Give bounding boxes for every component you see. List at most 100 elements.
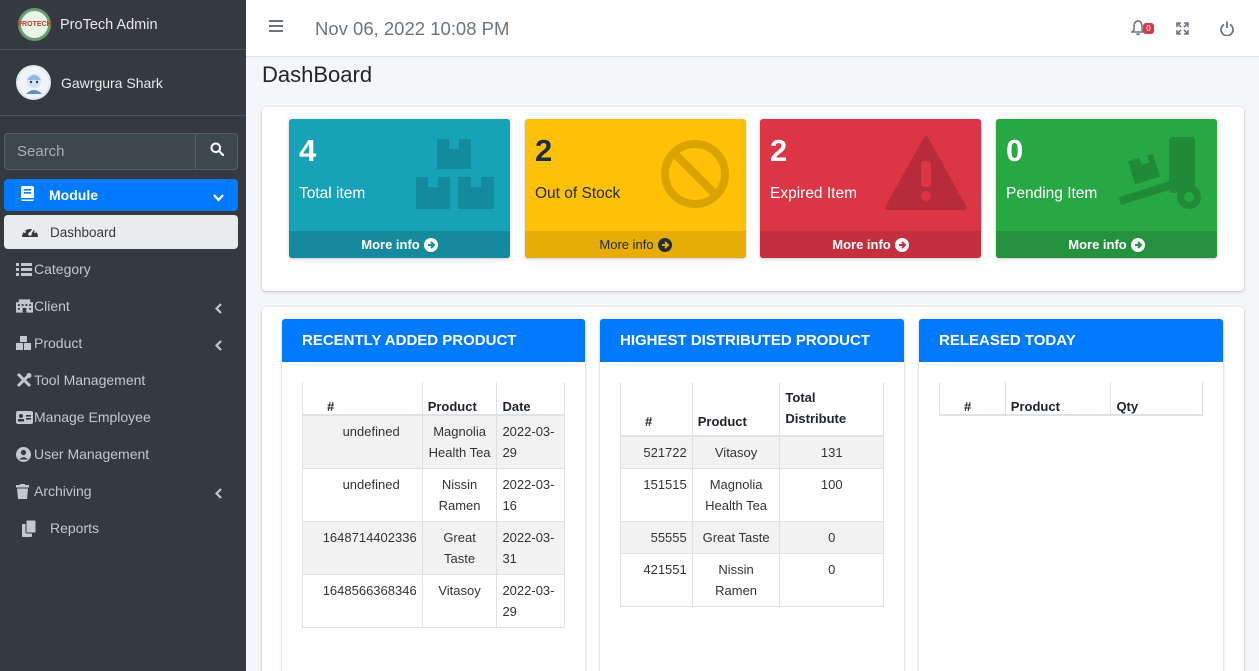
- current-datetime: Nov 06, 2022 10:08 PM: [315, 18, 510, 39]
- more-info-link[interactable]: More info: [289, 231, 510, 258]
- notification-badge: 0: [1143, 23, 1154, 34]
- top-navbar: Nov 06, 2022 10:08 PM 0: [246, 0, 1259, 57]
- cell-total: 0: [779, 553, 884, 607]
- small-box-label: Out of Stock: [535, 185, 621, 202]
- small-box-out-of-stock: 2 Out of Stock More info: [525, 119, 746, 258]
- arrow-circle-right-icon: [1130, 237, 1145, 252]
- id-card-icon: [16, 410, 33, 424]
- small-box-total-item: 4 Total item More info: [289, 119, 510, 258]
- sidebar-item-dashboard[interactable]: Dashboard: [4, 215, 238, 249]
- small-box-value: 0: [1006, 133, 1024, 168]
- more-info-label: More info: [832, 237, 891, 252]
- table-row[interactable]: 1648566368346 Vitasoy 2022-03-29: [302, 574, 565, 628]
- column-header: Product: [1004, 382, 1112, 416]
- chevron-left-icon: [214, 486, 222, 502]
- more-info-label: More info: [599, 237, 654, 252]
- brand-name: ProTech Admin: [60, 16, 158, 33]
- recently-added-table: # Product Date undefined Magnolia Health…: [302, 382, 565, 628]
- avatar: [16, 65, 51, 100]
- chevron-down-icon: [213, 189, 224, 205]
- sidebar-item-label: Category: [34, 261, 91, 277]
- cell-product: Great Taste: [421, 521, 498, 575]
- sidebar-item-tool-management[interactable]: Tool Management: [16, 366, 238, 394]
- chevron-left-icon: [214, 338, 222, 354]
- sidebar-item-user-management[interactable]: User Management: [16, 440, 238, 468]
- user-panel[interactable]: Gawrgura Shark: [0, 50, 246, 116]
- arrow-circle-right-icon: [894, 237, 909, 252]
- copy-icon: [22, 519, 49, 537]
- more-info-link[interactable]: More info: [525, 231, 746, 258]
- trash-icon: [16, 483, 33, 499]
- table-row[interactable]: 521722 Vitasoy 131: [620, 435, 884, 469]
- small-box-value: 2: [770, 133, 788, 168]
- table-row[interactable]: 55555 Great Taste 0: [620, 521, 884, 554]
- highest-distributed-panel: HIGHEST DISTRIBUTED PRODUCT # Product To…: [600, 319, 904, 671]
- cell-product: Nissin Ramen: [421, 468, 498, 522]
- table-row[interactable]: 1648714402336 Great Taste 2022-03-31: [302, 521, 565, 575]
- cell-product: Nissin Ramen: [691, 553, 781, 607]
- cell-id: undefined: [302, 414, 423, 469]
- sidebar-search: [4, 133, 238, 170]
- tables-card: RECENTLY ADDED PRODUCT # Product Date un…: [262, 307, 1244, 671]
- small-box-label: Expired Item: [770, 185, 858, 202]
- sidebar-item-manage-employee[interactable]: Manage Employee: [16, 403, 238, 431]
- released-today-table: # Product Qty: [939, 382, 1203, 416]
- sidebar-item-client[interactable]: Client: [16, 292, 238, 320]
- search-input[interactable]: [4, 133, 195, 170]
- cell-total: 131: [779, 435, 884, 469]
- table-row[interactable]: 151515 Magnolia Health Tea 100: [620, 468, 884, 522]
- sidebar-item-label: Client: [34, 298, 70, 314]
- column-header: Qty: [1110, 382, 1203, 416]
- sidebar-item-dashboard-label: Dashboard: [50, 224, 117, 240]
- arrow-circle-right-icon: [657, 237, 672, 252]
- sidebar-item-category[interactable]: Category: [16, 255, 238, 283]
- brand-link[interactable]: PROTECH ProTech Admin: [0, 0, 246, 50]
- table-row[interactable]: undefined Nissin Ramen 2022-03-16: [302, 468, 565, 522]
- sidebar-item-label: Reports: [50, 520, 100, 536]
- column-header: Product: [691, 382, 781, 437]
- small-box-label: Total item: [299, 185, 366, 202]
- boxes-icon: [414, 137, 496, 216]
- cell-product: Magnolia Health Tea: [421, 414, 498, 469]
- small-box-expired-item: 2 Expired Item More info: [760, 119, 981, 258]
- cell-total: 0: [779, 521, 884, 554]
- sidebar-item-module[interactable]: Module: [4, 179, 238, 211]
- cell-total: 100: [779, 468, 884, 522]
- hamburger-menu-icon[interactable]: [269, 19, 283, 37]
- cell-id: undefined: [302, 468, 423, 522]
- sidebar-item-reports[interactable]: Reports: [22, 514, 244, 542]
- panel-title: RELEASED TODAY: [919, 319, 1223, 362]
- more-info-link[interactable]: More info: [996, 231, 1217, 258]
- cell-product: Magnolia Health Tea: [691, 468, 781, 522]
- tachometer-icon: [20, 223, 40, 242]
- sidebar-item-label: Archiving: [34, 483, 92, 499]
- power-icon[interactable]: [1220, 21, 1234, 41]
- arrow-circle-right-icon: [423, 237, 438, 252]
- table-header-row: # Product Date: [302, 382, 565, 416]
- search-button[interactable]: [195, 133, 238, 170]
- summary-card: 4 Total item More info 2 Out of Stock Mo…: [262, 107, 1244, 291]
- table-row[interactable]: 421551 Nissin Ramen 0: [620, 553, 884, 607]
- small-box-pending-item: 0 Pending Item More info: [996, 119, 1217, 258]
- panel-title: HIGHEST DISTRIBUTED PRODUCT: [600, 319, 904, 362]
- fullscreen-icon[interactable]: [1176, 22, 1189, 40]
- ban-icon: [660, 139, 730, 214]
- table-row[interactable]: undefined Magnolia Health Tea 2022-03-29: [302, 414, 565, 469]
- warning-icon: [885, 135, 967, 216]
- sidebar-item-label: Manage Employee: [34, 409, 151, 425]
- more-info-link[interactable]: More info: [760, 231, 981, 258]
- column-header: #: [302, 382, 423, 416]
- boxes-icon: [16, 336, 33, 350]
- small-box-label: Pending Item: [1006, 185, 1098, 202]
- user-name: Gawrgura Shark: [61, 74, 163, 91]
- sidebar-item-archiving[interactable]: Archiving: [16, 477, 238, 505]
- recently-added-panel: RECENTLY ADDED PRODUCT # Product Date un…: [282, 319, 585, 671]
- highest-distributed-table: # Product Total Distribute 521722 Vitaso…: [620, 382, 884, 607]
- sidebar-item-label: User Management: [34, 446, 150, 462]
- sidebar-item-product[interactable]: Product: [16, 329, 238, 357]
- small-box-value: 2: [535, 133, 553, 168]
- more-info-label: More info: [361, 237, 420, 252]
- cell-date: 2022-03-16: [496, 468, 565, 522]
- more-info-label: More info: [1068, 237, 1127, 252]
- panel-title: RECENTLY ADDED PRODUCT: [282, 319, 585, 362]
